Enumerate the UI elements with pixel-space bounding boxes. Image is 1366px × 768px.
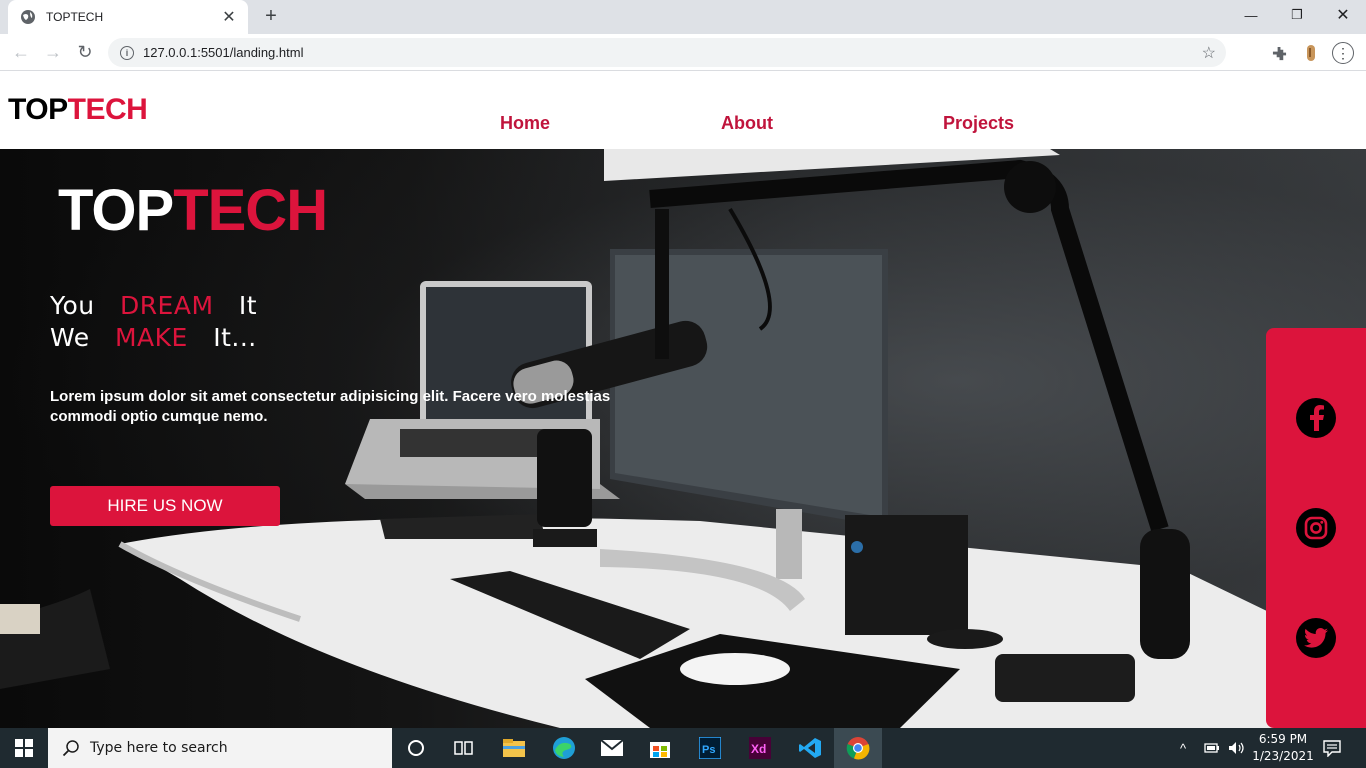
show-hidden-icons[interactable]: ^ <box>1180 728 1186 768</box>
clock-date: 1/23/2021 <box>1252 749 1314 763</box>
close-window-icon[interactable]: ✕ <box>1320 0 1366 30</box>
hero-section: TOPTECH You DREAM It We MAKE It... Lorem… <box>0 149 1366 728</box>
photoshop-icon[interactable]: Ps <box>686 728 734 768</box>
twitter-icon[interactable] <box>1296 618 1336 658</box>
back-icon[interactable]: ← <box>8 40 34 64</box>
profile-avatar-icon[interactable] <box>1300 42 1322 64</box>
browser-tab[interactable]: TOPTECH ✕ <box>8 0 248 34</box>
hero-description: Lorem ipsum dolor sit amet consectetur a… <box>50 388 611 425</box>
hero-title: TOPTECH <box>58 177 328 244</box>
instagram-icon[interactable] <box>1296 508 1336 548</box>
hire-us-button[interactable]: HIRE US NOW <box>50 486 280 526</box>
globe-icon <box>21 10 35 24</box>
browser-tabstrip: TOPTECH ✕ + — ❐ ✕ <box>0 0 1366 34</box>
browser-toolbar: ← → ↻ i 127.0.0.1:5501/landing.html ☆ ⋮ <box>0 34 1366 71</box>
vscode-icon[interactable] <box>786 728 834 768</box>
facebook-icon[interactable] <box>1296 398 1336 438</box>
tab-title: TOPTECH <box>46 10 104 24</box>
social-sidebar <box>1266 328 1366 728</box>
tagline-word: It... <box>213 323 257 352</box>
tagline-word: It <box>238 291 258 320</box>
tagline-highlight: DREAM <box>119 291 214 320</box>
bookmark-star-icon[interactable]: ☆ <box>1202 43 1216 63</box>
logo-part-tech: TECH <box>67 93 148 126</box>
webpage: TOPTECH Home About Projects TOPTECH You … <box>0 71 1366 728</box>
tagline-word: You <box>50 291 95 320</box>
menu-icon[interactable]: ⋮ <box>1332 42 1354 64</box>
taskbar-search-box[interactable]: Type here to search <box>48 728 392 768</box>
nav-projects[interactable]: Projects <box>943 113 1014 134</box>
search-placeholder: Type here to search <box>90 740 228 756</box>
battery-icon[interactable] <box>1204 728 1220 768</box>
address-bar[interactable]: i 127.0.0.1:5501/landing.html ☆ <box>108 38 1226 67</box>
site-logo[interactable]: TOPTECH <box>8 93 148 127</box>
search-icon <box>62 740 79 757</box>
close-tab-icon[interactable]: ✕ <box>220 7 238 27</box>
svg-text:Xd: Xd <box>751 742 766 756</box>
extensions-icon[interactable] <box>1268 42 1290 64</box>
info-icon[interactable]: i <box>120 45 134 60</box>
minimize-icon[interactable]: — <box>1228 0 1274 30</box>
system-clock[interactable]: 6:59 PM 1/23/2021 <box>1252 731 1314 765</box>
task-view-icon[interactable] <box>440 728 488 768</box>
nav-home[interactable]: Home <box>500 113 550 134</box>
notifications-icon[interactable] <box>1322 728 1342 768</box>
logo-part-top: TOP <box>8 93 68 126</box>
svg-text:Ps: Ps <box>702 744 715 756</box>
hero-title-top: TOP <box>58 178 174 243</box>
chrome-icon[interactable] <box>834 728 882 768</box>
adobe-xd-icon[interactable]: Xd <box>736 728 784 768</box>
new-tab-icon[interactable]: + <box>260 5 282 28</box>
file-explorer-icon[interactable] <box>490 728 538 768</box>
tagline-line-2: We MAKE It... <box>50 323 257 352</box>
edge-icon[interactable] <box>540 728 588 768</box>
windows-taskbar: Type here to search Ps Xd ^ 6:59 PM 1/23… <box>0 728 1366 768</box>
cortana-icon[interactable] <box>392 728 440 768</box>
volume-icon[interactable] <box>1228 728 1246 768</box>
windows-start-icon[interactable] <box>0 728 48 768</box>
url-text: 127.0.0.1:5501/landing.html <box>143 45 304 60</box>
hero-title-tech: TECH <box>173 178 328 243</box>
site-header: TOPTECH Home About Projects <box>0 71 1366 149</box>
store-icon[interactable] <box>636 728 684 768</box>
tagline-highlight: MAKE <box>114 323 188 352</box>
clock-time: 6:59 PM <box>1258 732 1308 746</box>
reload-icon[interactable]: ↻ <box>72 40 98 64</box>
tagline-word: We <box>50 323 90 352</box>
tagline-line-1: You DREAM It <box>50 291 257 320</box>
restore-icon[interactable]: ❐ <box>1274 0 1320 30</box>
nav-about[interactable]: About <box>721 113 773 134</box>
forward-icon[interactable]: → <box>40 40 66 64</box>
mail-icon[interactable] <box>588 728 636 768</box>
